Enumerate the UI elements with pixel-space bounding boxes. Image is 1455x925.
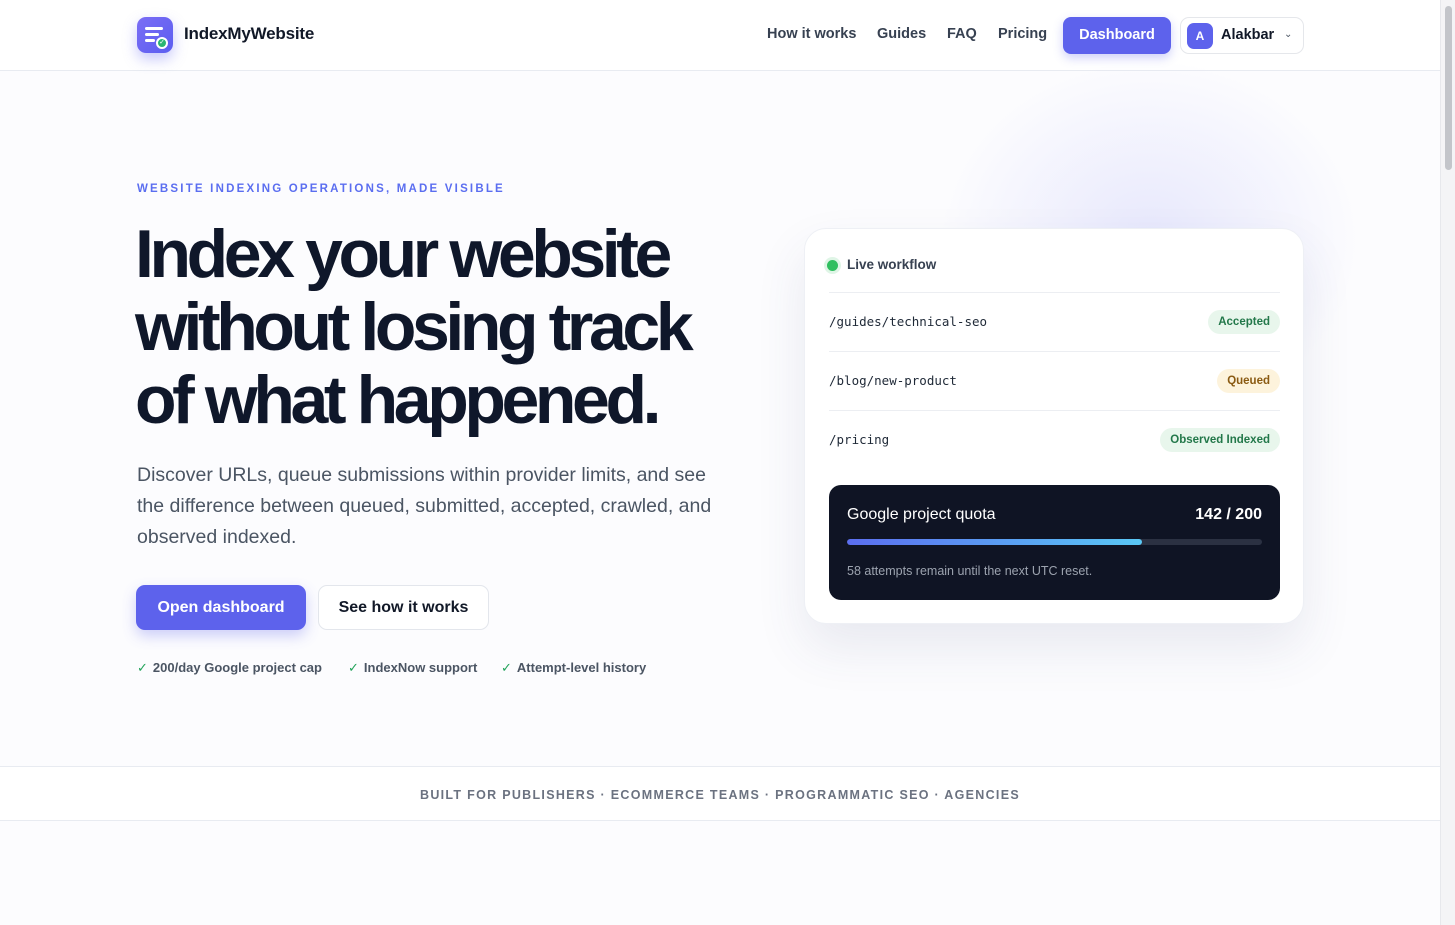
quota-count: 142 / 200 [1195, 506, 1262, 523]
logo-line-icon [145, 39, 155, 42]
nav-faq[interactable]: FAQ [947, 26, 977, 42]
hero-headline: Index your website without losing track … [135, 216, 694, 438]
workflow-card: Live workflow /guides/technical-seo Acce… [804, 228, 1304, 624]
next-section [0, 822, 1440, 925]
feature-item: ✓ Attempt-level history [501, 660, 646, 676]
nav-pricing[interactable]: Pricing [998, 26, 1047, 42]
avatar: A [1187, 23, 1213, 49]
workflow-row: /blog/new-product Queued [829, 351, 1280, 410]
page-scrollbar[interactable] [1440, 0, 1455, 925]
user-name: Alakbar [1221, 27, 1275, 43]
chevron-down-icon: ⌄ [1284, 29, 1293, 40]
landing-page: ✓ IndexMyWebsite How it works Guides FAQ… [0, 0, 1440, 925]
quota-progress-bar [847, 539, 1262, 545]
quota-title: Google project quota [847, 506, 996, 523]
url-path: /pricing [829, 432, 890, 447]
logo-icon[interactable]: ✓ [137, 17, 173, 53]
status-badge: Accepted [1208, 310, 1280, 334]
logo-line-icon [145, 33, 159, 36]
workflow-row: /pricing Observed Indexed [829, 410, 1280, 469]
hero-eyebrow: WEBSITE INDEXING OPERATIONS, MADE VISIBL… [137, 183, 505, 195]
nav-guides[interactable]: Guides [877, 26, 926, 42]
quota-note: 58 attempts remain until the next UTC re… [847, 564, 1093, 578]
nav-how-it-works[interactable]: How it works [767, 26, 856, 42]
feature-item: ✓ 200/day Google project cap [137, 660, 322, 676]
audience-strip: BUILT FOR PUBLISHERS · ECOMMERCE TEAMS ·… [0, 766, 1440, 821]
check-icon: ✓ [501, 660, 512, 675]
user-menu[interactable]: A Alakbar ⌄ [1180, 17, 1304, 54]
quota-progress-fill [847, 539, 1142, 545]
brand-name[interactable]: IndexMyWebsite [184, 24, 314, 44]
feature-label: Attempt-level history [516, 660, 647, 675]
status-badge: Observed Indexed [1160, 428, 1280, 452]
url-path: /guides/technical-seo [829, 314, 988, 329]
check-badge-icon: ✓ [156, 37, 168, 49]
scrollbar-thumb[interactable] [1445, 6, 1452, 170]
open-dashboard-button[interactable]: Open dashboard [136, 585, 306, 630]
feature-label: IndexNow support [363, 660, 478, 675]
url-path: /blog/new-product [829, 373, 957, 388]
check-icon: ✓ [137, 660, 148, 675]
check-icon: ✓ [348, 660, 359, 675]
audience-text: BUILT FOR PUBLISHERS · ECOMMERCE TEAMS ·… [420, 788, 1020, 802]
quota-panel: Google project quota 142 / 200 58 attemp… [829, 485, 1280, 600]
status-badge: Queued [1217, 369, 1280, 393]
feature-label: 200/day Google project cap [152, 660, 322, 675]
site-header: ✓ IndexMyWebsite How it works Guides FAQ… [0, 0, 1440, 71]
hero-subtext: Discover URLs, queue submissions within … [137, 464, 712, 548]
logo-line-icon [145, 27, 163, 30]
dashboard-button[interactable]: Dashboard [1063, 17, 1171, 54]
see-how-it-works-button[interactable]: See how it works [318, 585, 489, 630]
live-status-dot-icon [827, 260, 838, 271]
workflow-row: /guides/technical-seo Accepted [829, 292, 1280, 351]
feature-item: ✓ IndexNow support [348, 660, 477, 676]
workflow-title: Live workflow [847, 257, 937, 272]
